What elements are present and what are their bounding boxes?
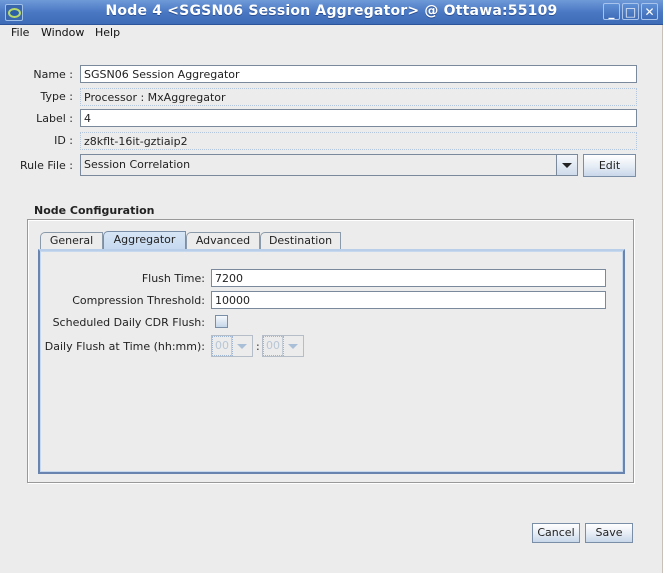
minute-value: 00: [263, 336, 284, 356]
tab-general[interactable]: General: [40, 232, 103, 249]
menu-window[interactable]: Window: [41, 26, 84, 39]
minimize-button[interactable]: _: [603, 3, 620, 20]
compression-threshold-input[interactable]: 10000: [211, 291, 606, 309]
hour-chevron-down-icon[interactable]: [231, 336, 252, 356]
close-button[interactable]: ✕: [641, 3, 658, 20]
node-configuration-title: Node Configuration: [34, 204, 155, 217]
maximize-icon: □: [624, 5, 637, 19]
tab-destination[interactable]: Destination: [260, 232, 341, 249]
id-label: ID :: [54, 134, 73, 147]
scheduled-flush-checkbox[interactable]: [215, 315, 228, 328]
menu-help[interactable]: Help: [95, 26, 120, 39]
time-separator: :: [256, 340, 260, 353]
rule-file-select[interactable]: Session Correlation: [80, 154, 578, 176]
minute-select[interactable]: 00: [262, 335, 304, 357]
maximize-button[interactable]: □: [622, 3, 639, 20]
rule-file-label: Rule File :: [19, 159, 73, 172]
cancel-button[interactable]: Cancel: [532, 523, 580, 543]
daily-flush-time-label: Daily Flush at Time (hh:mm):: [44, 340, 205, 353]
chevron-down-icon[interactable]: [556, 155, 577, 175]
type-field: Processor : MxAggregator: [80, 88, 637, 106]
tab-aggregator[interactable]: Aggregator: [103, 231, 186, 250]
title-bar[interactable]: Node 4 <SGSN06 Session Aggregator> @ Ott…: [0, 0, 663, 25]
edit-button[interactable]: Edit: [583, 154, 636, 177]
compression-threshold-label: Compression Threshold:: [72, 294, 205, 307]
save-button[interactable]: Save: [585, 523, 633, 543]
close-icon: ✕: [644, 5, 655, 19]
rule-file-value: Session Correlation: [84, 158, 191, 171]
menu-file[interactable]: File: [11, 26, 29, 39]
minimize-icon: _: [608, 5, 615, 19]
menu-bar: File Window Help: [0, 24, 663, 42]
hour-value: 00: [212, 336, 233, 356]
scheduled-flush-label: Scheduled Daily CDR Flush:: [52, 316, 205, 329]
minute-chevron-down-icon[interactable]: [282, 336, 303, 356]
label-input[interactable]: 4: [80, 109, 637, 127]
flush-time-input[interactable]: 7200: [211, 269, 606, 287]
name-label: Name :: [33, 68, 73, 81]
hour-select[interactable]: 00: [211, 335, 253, 357]
type-label: Type :: [40, 90, 73, 103]
window-title: Node 4 <SGSN06 Session Aggregator> @ Ott…: [105, 3, 558, 19]
id-field: z8kflt-16it-gztiaip2: [80, 132, 637, 150]
flush-time-label: Flush Time:: [141, 272, 205, 285]
name-input[interactable]: SGSN06 Session Aggregator: [80, 65, 637, 83]
node-window: Node 4 <SGSN06 Session Aggregator> @ Ott…: [0, 0, 663, 573]
tab-advanced[interactable]: Advanced: [186, 232, 260, 249]
label-label: Label :: [36, 112, 73, 125]
